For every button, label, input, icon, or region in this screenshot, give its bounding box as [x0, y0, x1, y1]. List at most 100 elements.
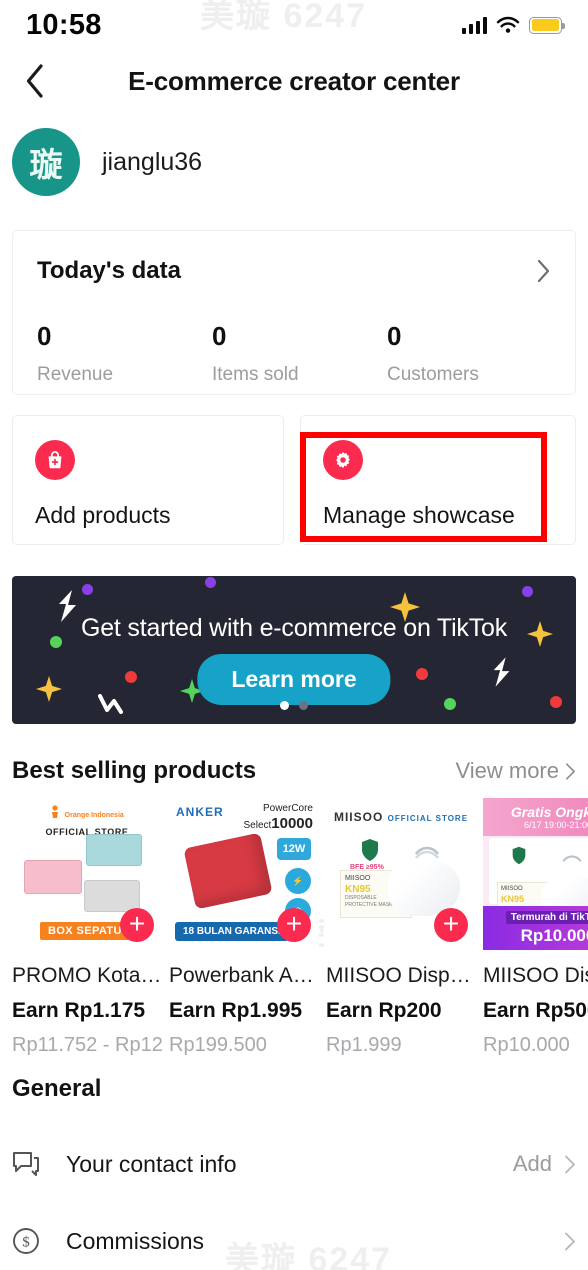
product-art: MIISOO KN95 — [489, 838, 588, 922]
username: jianglu36 — [102, 147, 203, 176]
status-bar-icons — [461, 16, 565, 34]
stat-label: Items sold — [212, 364, 299, 385]
confetti-dot — [522, 586, 533, 597]
product-brand: ANKER — [176, 805, 224, 819]
product-model-line2: Select — [243, 819, 272, 831]
product-art — [183, 832, 273, 910]
stat-value: 0 — [387, 321, 402, 351]
profile-header[interactable]: 璇 jianglu36 — [12, 128, 202, 196]
confetti-dot — [205, 577, 216, 588]
stat-label: Revenue — [37, 364, 114, 385]
product-deal-label: Termurah di TikTok! — [505, 910, 588, 924]
todays-data-header: Today's data — [37, 257, 551, 285]
manage-showcase-label: Manage showcase — [323, 502, 515, 528]
product-earn: Earn Rp1.995 — [169, 999, 303, 1022]
product-image[interactable]: ANKER PowerCore Select10000 12W ⚡ ⬡ 18 B… — [169, 798, 319, 950]
carousel-dot[interactable] — [299, 701, 308, 710]
wifi-icon — [496, 16, 520, 33]
row-your-contact-info[interactable]: Your contact info Add — [12, 1135, 576, 1193]
product-name: PROMO Kotak... — [12, 964, 162, 987]
todays-data-card[interactable]: Today's data 0 Revenue 0 Items sold 0 Cu… — [12, 230, 576, 395]
product-earn: Earn Rp200 — [326, 999, 442, 1022]
chat-bubble-icon — [12, 1151, 52, 1177]
plus-circle-icon[interactable]: + — [120, 908, 154, 942]
chevron-left-icon — [26, 64, 43, 98]
learn-more-button[interactable]: Learn more — [197, 654, 391, 705]
add-products-tile[interactable]: Add products — [12, 415, 284, 545]
product-deal-price: Rp10.000 — [520, 925, 588, 945]
cellular-signal-icon — [461, 16, 487, 34]
product-promo-time: 6/17 19:00-21:00 — [523, 820, 588, 830]
product-model: PowerCore Select10000 — [243, 803, 313, 832]
stat-label: Customers — [387, 364, 479, 385]
shopping-bag-plus-icon — [35, 440, 75, 480]
product-name: MIISOO Disp... — [483, 964, 588, 987]
product-store-label: OFFICIAL STORE — [387, 814, 469, 823]
general-section-title: General — [12, 1075, 102, 1102]
stat-customers: 0 Customers — [387, 321, 479, 386]
carousel-dot-active[interactable] — [280, 701, 289, 710]
svg-text:$: $ — [22, 1235, 30, 1251]
stat-value: 0 — [37, 321, 52, 351]
shield-icon — [512, 846, 526, 865]
lightning-bolt-icon — [493, 657, 510, 687]
shield-icon — [362, 839, 378, 861]
view-more-button[interactable]: View more — [455, 758, 576, 784]
product-card[interactable]: ANKER PowerCore Select10000 12W ⚡ ⬡ 18 B… — [169, 798, 319, 1057]
product-model: KN95 — [345, 884, 371, 895]
chevron-right-icon — [565, 1155, 575, 1173]
product-promo-banner: Gratis Ongkir! 6/17 19:00-21:00 — [483, 798, 588, 836]
gear-icon — [323, 440, 363, 480]
chevron-right-icon — [565, 1232, 575, 1250]
row-commissions[interactable]: $ Commissions — [12, 1212, 576, 1270]
product-spec-icon: ⚡ — [285, 868, 311, 894]
plus-circle-icon[interactable]: + — [434, 908, 468, 942]
confetti-dot — [550, 696, 562, 708]
confetti-dot — [444, 698, 456, 710]
add-products-label: Add products — [35, 502, 171, 528]
avatar[interactable]: 璇 — [12, 128, 80, 196]
product-image[interactable]: Gratis Ongkir! 6/17 19:00-21:00 MIISOO K… — [483, 798, 588, 950]
product-card[interactable]: MIISOO OFFICIAL STORE BFE ≥95% 4 LAYERS … — [326, 798, 476, 1057]
creator-center-screen: 美璇 6247 美璇 6247 美璇 6247 美璇 6247 美璇 6247 … — [0, 0, 588, 1270]
plus-circle-icon[interactable]: + — [277, 908, 311, 942]
product-list: Orange Indonesia OFFICIAL STORE BOX SEPA… — [12, 798, 588, 1057]
product-art — [24, 860, 82, 894]
carousel-dots[interactable] — [280, 701, 308, 710]
product-model-line1: PowerCore — [262, 803, 313, 814]
product-brand-row: MIISOO OFFICIAL STORE — [326, 810, 476, 824]
chevron-right-icon — [566, 762, 575, 780]
product-card[interactable]: Orange Indonesia OFFICIAL STORE BOX SEPA… — [12, 798, 162, 1057]
product-image[interactable]: MIISOO OFFICIAL STORE BFE ≥95% 4 LAYERS … — [326, 798, 476, 950]
product-earn: Earn Rp1.175 — [12, 999, 146, 1022]
product-deal-banner: Termurah di TikTok! Rp10.000 — [483, 906, 588, 950]
battery-icon — [529, 16, 565, 34]
product-name: MIISOO Dispos... — [326, 964, 476, 987]
stat-revenue: 0 Revenue — [37, 321, 212, 386]
product-earn: Earn Rp500 — [483, 999, 588, 1022]
stat-items-sold: 0 Items sold — [212, 321, 387, 386]
todays-data-title: Today's data — [37, 257, 181, 284]
row-action-add[interactable]: Add — [513, 1151, 552, 1177]
confetti-dot — [82, 584, 93, 595]
confetti-dot — [416, 668, 428, 680]
status-bar-clock: 10:58 — [26, 8, 102, 41]
product-price: Rp1.999 — [326, 1034, 402, 1056]
product-price: Rp11.752 - Rp12.4... — [12, 1034, 162, 1056]
todays-data-stats: 0 Revenue 0 Items sold 0 Customers — [37, 321, 551, 386]
back-button[interactable] — [12, 58, 58, 104]
chevron-right-icon[interactable] — [537, 259, 551, 283]
best-selling-title: Best selling products — [12, 757, 257, 784]
manage-showcase-tile[interactable]: Manage showcase — [300, 415, 576, 545]
page-title: E-commerce creator center — [128, 65, 460, 96]
layers-icon — [414, 846, 440, 859]
zigzag-icon — [98, 694, 123, 714]
promo-banner[interactable]: Get started with e-commerce on TikTok Le… — [12, 576, 576, 724]
stat-value: 0 — [212, 321, 227, 351]
sparkle-icon — [36, 676, 62, 702]
product-card[interactable]: Gratis Ongkir! 6/17 19:00-21:00 MIISOO K… — [483, 798, 588, 1057]
best-selling-header: Best selling products View more — [12, 757, 576, 785]
nav-bar: E-commerce creator center — [0, 50, 588, 112]
banner-title: Get started with e-commerce on TikTok — [80, 614, 508, 642]
product-image[interactable]: Orange Indonesia OFFICIAL STORE BOX SEPA… — [12, 798, 162, 950]
